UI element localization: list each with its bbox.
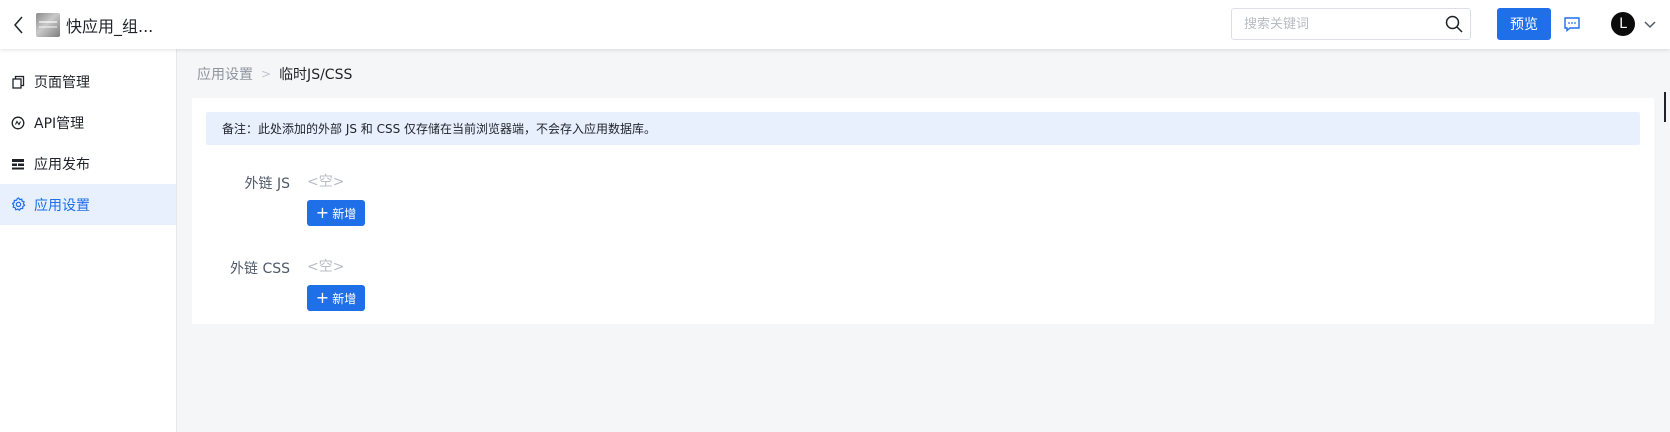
publish-icon [10,156,26,172]
sidebar-item-api-management[interactable]: API管理 [0,102,176,143]
sidebar: 页面管理 API管理 应用发布 应用设置 [0,49,177,432]
notice-banner: 备注：此处添加的外部 JS 和 CSS 仅存储在当前浏览器端，不会存入应用数据库… [206,112,1640,145]
chevron-down-icon[interactable] [1642,16,1658,32]
add-css-button[interactable]: + 新增 [307,285,365,311]
breadcrumb-separator: > [261,67,272,81]
page-icon [10,74,26,90]
app-title: 快应用_组... [66,16,154,36]
add-js-button[interactable]: + 新增 [307,200,365,226]
top-header: 快应用_组... 预览 L [0,0,1670,49]
plus-icon: + [315,288,330,307]
gear-icon [10,197,26,213]
chevron-left-icon [14,16,23,33]
js-empty-text: <空> [307,174,345,190]
add-css-label: 新增 [332,291,357,306]
sidebar-item-app-settings[interactable]: 应用设置 [0,184,176,225]
search-icon[interactable] [1444,14,1464,34]
sidebar-item-label: 应用设置 [34,197,90,214]
sidebar-item-label: 应用发布 [34,156,90,173]
breadcrumb-parent[interactable]: 应用设置 [197,64,253,84]
sidebar-item-app-publish[interactable]: 应用发布 [0,143,176,184]
sidebar-item-page-management[interactable]: 页面管理 [0,61,176,102]
sidebar-item-label: 页面管理 [34,74,90,91]
search-box[interactable] [1231,8,1471,40]
add-js-label: 新增 [332,206,357,221]
js-form-row: 外链 JS <空> + 新增 [192,172,365,226]
search-input[interactable] [1244,9,1444,39]
css-form-row: 外链 CSS <空> + 新增 [192,257,365,311]
back-button[interactable] [2,0,36,49]
breadcrumb-current: 临时JS/CSS [279,67,353,83]
sidebar-item-label: API管理 [34,115,85,132]
css-empty-text: <空> [307,259,345,275]
message-icon[interactable] [1563,16,1581,32]
breadcrumb: 应用设置 > 临时JS/CSS [197,64,352,84]
css-label: 外链 CSS [230,261,290,277]
user-avatar[interactable]: L [1611,12,1635,36]
scroll-edge-marker [1664,92,1666,122]
settings-card: 备注：此处添加的外部 JS 和 CSS 仅存储在当前浏览器端，不会存入应用数据库… [192,98,1654,324]
preview-button[interactable]: 预览 [1497,8,1551,40]
plus-icon: + [315,203,330,222]
api-icon [10,115,26,131]
js-label: 外链 JS [244,176,290,192]
app-thumbnail [36,12,60,37]
